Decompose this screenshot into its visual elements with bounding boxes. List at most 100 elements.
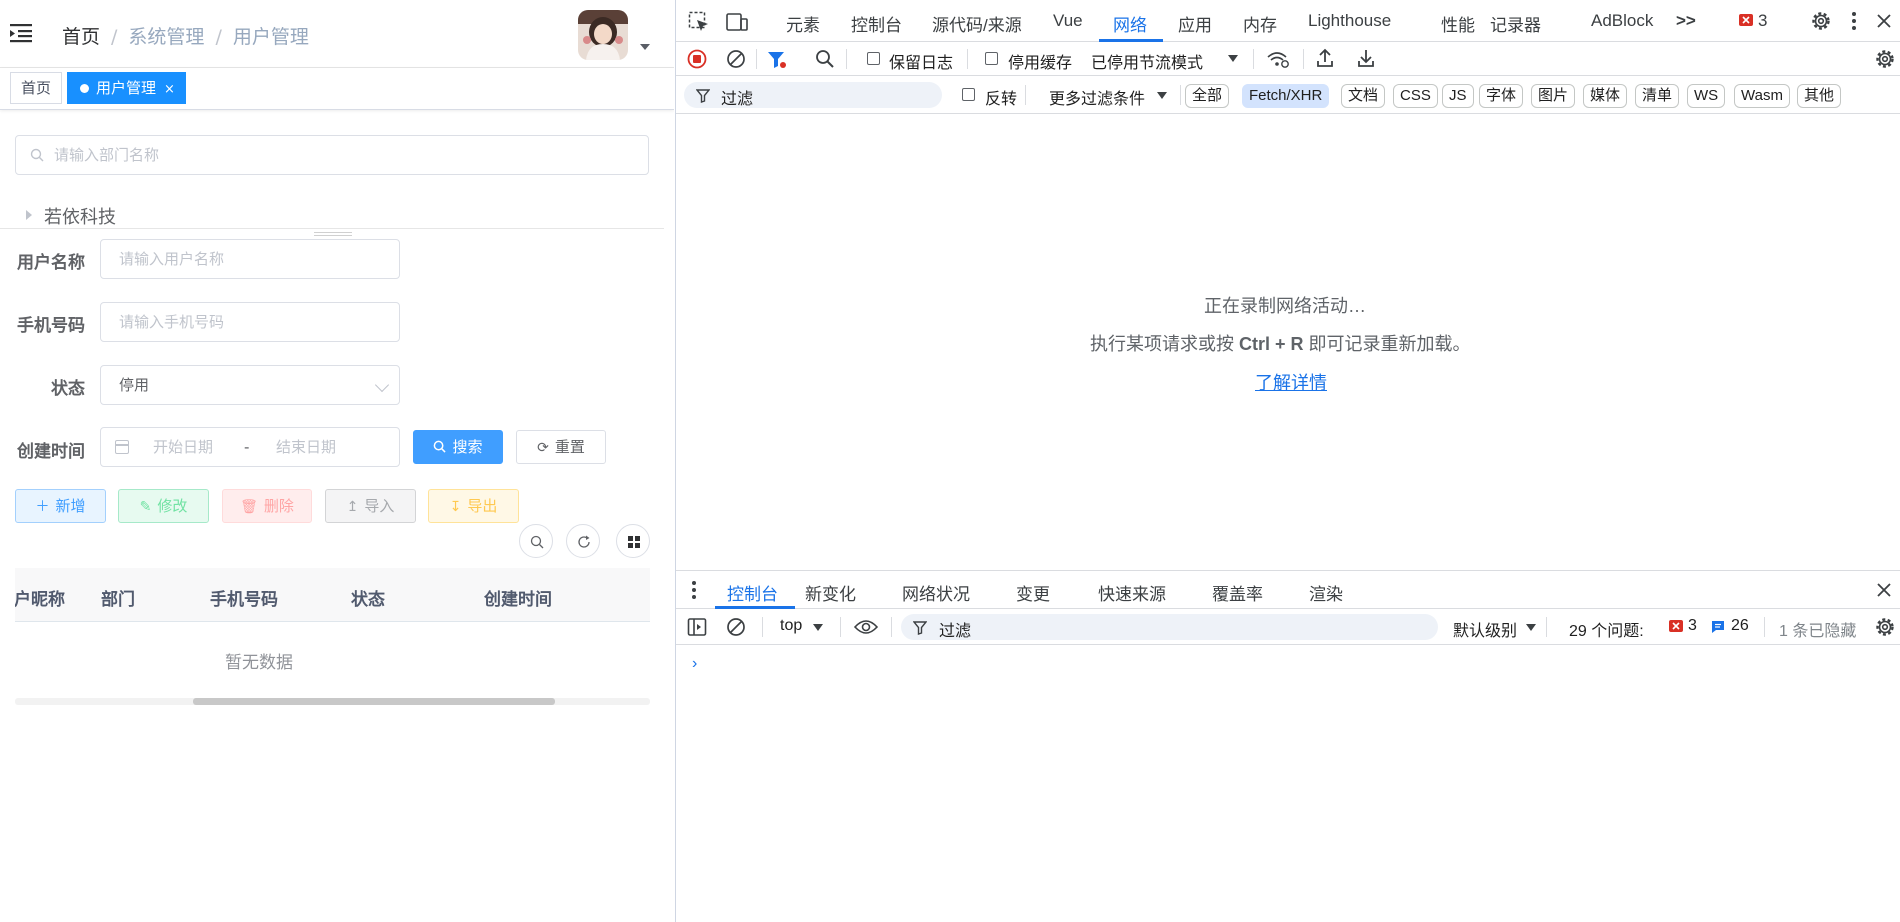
export-button[interactable]: ↧ 导出 xyxy=(428,489,519,523)
filter-chip-other[interactable]: 其他 xyxy=(1797,84,1842,108)
expand-arrow-icon[interactable] xyxy=(26,210,32,220)
issues-error-count[interactable]: 3 xyxy=(1688,617,1697,635)
status-select[interactable]: 停用 xyxy=(100,365,400,405)
reset-button[interactable]: ⟳ 重置 xyxy=(516,430,606,464)
delete-button[interactable]: 🗑 删除 xyxy=(222,489,312,523)
clear-console-icon[interactable] xyxy=(726,617,746,637)
error-count[interactable]: 3 xyxy=(1758,11,1767,31)
info-badge-icon[interactable] xyxy=(1711,620,1725,634)
username-input[interactable]: 请输入用户名称 xyxy=(100,239,400,279)
issues-info-count[interactable]: 26 xyxy=(1731,617,1749,635)
columns-button[interactable] xyxy=(616,524,650,558)
drawer-tab-coverage[interactable]: 覆盖率 xyxy=(1212,580,1263,605)
end-date-placeholder[interactable]: 结束日期 xyxy=(276,428,336,466)
preserve-log-checkbox[interactable] xyxy=(867,52,880,65)
dropdown-arrow-icon[interactable] xyxy=(1157,92,1167,100)
tab-performance[interactable]: 性能 xyxy=(1441,11,1475,36)
drawer-tab-changes[interactable]: 新变化 xyxy=(805,580,856,605)
table-scrollbar[interactable] xyxy=(15,698,650,705)
console-filter-input[interactable]: 过滤 xyxy=(901,614,1438,640)
device-toolbar-icon[interactable] xyxy=(726,11,748,33)
inspect-icon[interactable] xyxy=(688,11,710,33)
date-range-picker[interactable]: 开始日期 - 结束日期 xyxy=(100,427,400,467)
column-created[interactable]: 创建时间 xyxy=(484,585,552,610)
filter-chip-ws[interactable]: WS xyxy=(1687,84,1726,108)
error-badge-icon[interactable] xyxy=(1739,14,1753,28)
column-dept[interactable]: 部门 xyxy=(101,585,135,610)
avatar[interactable] xyxy=(578,10,628,60)
filter-chip-manifest[interactable]: 清单 xyxy=(1635,84,1680,108)
filter-icon[interactable] xyxy=(767,50,787,70)
start-date-placeholder[interactable]: 开始日期 xyxy=(153,428,213,466)
filter-chip-doc[interactable]: 文档 xyxy=(1341,84,1386,108)
tag-home[interactable]: 首页 xyxy=(10,72,63,104)
tab-adblock[interactable]: AdBlock xyxy=(1591,11,1653,31)
filter-chip-wasm[interactable]: Wasm xyxy=(1734,84,1790,108)
tag-close-icon[interactable]: × xyxy=(164,82,175,97)
error-badge-icon[interactable] xyxy=(1669,620,1683,634)
drawer-tab-network-conditions[interactable]: 网络状况 xyxy=(902,580,970,605)
filter-chip-font[interactable]: 字体 xyxy=(1479,84,1524,108)
search-button[interactable]: 搜索 xyxy=(413,430,503,464)
console-settings-icon[interactable] xyxy=(1874,616,1896,638)
dropdown-arrow-icon[interactable] xyxy=(1526,624,1536,632)
phone-input[interactable]: 请输入手机号码 xyxy=(100,302,400,342)
kebab-menu-icon[interactable] xyxy=(1851,11,1857,31)
disable-cache-checkbox[interactable] xyxy=(985,52,998,65)
learn-more-link[interactable]: 了解详情 xyxy=(1255,369,1327,395)
drawer-tab-changes-2[interactable]: 变更 xyxy=(1016,580,1050,605)
scrollbar-thumb[interactable] xyxy=(193,698,555,705)
throttle-select[interactable]: 已停用节流模式 xyxy=(1091,49,1203,73)
upload-icon[interactable] xyxy=(1316,48,1334,68)
invert-label[interactable]: 反转 xyxy=(985,85,1017,109)
split-handle[interactable] xyxy=(314,232,352,236)
eye-icon[interactable] xyxy=(854,619,878,635)
breadcrumb-home[interactable]: 首页 xyxy=(62,26,100,48)
dept-tree-node[interactable]: 若依科技 xyxy=(26,203,116,229)
network-filter-input[interactable]: 过滤 xyxy=(684,82,942,108)
tab-memory[interactable]: 内存 xyxy=(1243,11,1277,36)
network-settings-icon[interactable] xyxy=(1874,48,1896,70)
filter-chip-fetch-xhr[interactable]: Fetch/XHR xyxy=(1242,84,1330,108)
filter-chip-media[interactable]: 媒体 xyxy=(1583,84,1628,108)
toggle-search-button[interactable] xyxy=(519,524,553,558)
avatar-caret-icon[interactable] xyxy=(640,44,650,50)
invert-checkbox[interactable] xyxy=(962,88,975,101)
tab-application[interactable]: 应用 xyxy=(1178,11,1212,36)
tag-user-management[interactable]: 用户管理 × xyxy=(67,72,186,104)
filter-chip-js[interactable]: JS xyxy=(1442,84,1474,108)
column-phone[interactable]: 手机号码 xyxy=(210,585,278,610)
disable-cache-label[interactable]: 停用缓存 xyxy=(1008,49,1072,73)
drawer-menu-icon[interactable] xyxy=(691,580,697,600)
import-button[interactable]: ↥ 导入 xyxy=(325,489,416,523)
download-icon[interactable] xyxy=(1357,48,1375,68)
drawer-tab-console[interactable]: 控制台 xyxy=(727,580,778,605)
tab-lighthouse[interactable]: Lighthouse xyxy=(1308,11,1391,31)
dropdown-arrow-icon[interactable] xyxy=(1228,55,1238,63)
network-conditions-icon[interactable] xyxy=(1266,49,1290,69)
drawer-tab-rendering[interactable]: 渲染 xyxy=(1309,580,1343,605)
context-selector[interactable]: top xyxy=(780,617,802,635)
search-icon[interactable] xyxy=(815,49,835,69)
filter-chip-img[interactable]: 图片 xyxy=(1531,84,1576,108)
close-drawer-icon[interactable] xyxy=(1876,582,1892,598)
dropdown-arrow-icon[interactable] xyxy=(813,624,823,632)
tab-sources[interactable]: 源代码/来源 xyxy=(932,11,1022,36)
more-tabs-button[interactable]: >> xyxy=(1676,11,1696,31)
refresh-button[interactable] xyxy=(566,524,600,558)
filter-chip-css[interactable]: CSS xyxy=(1393,84,1438,108)
edit-button[interactable]: ✎ 修改 xyxy=(118,489,209,523)
clear-icon[interactable] xyxy=(726,49,746,69)
gear-icon[interactable] xyxy=(1810,10,1832,32)
record-stop-icon[interactable] xyxy=(687,49,707,69)
dept-search-input[interactable]: 请输入部门名称 xyxy=(15,135,649,175)
tab-elements[interactable]: 元素 xyxy=(786,11,820,36)
issues-label[interactable]: 29 个问题: xyxy=(1569,617,1644,641)
tab-vue[interactable]: Vue xyxy=(1053,11,1083,31)
add-button[interactable]: ＋ 新增 xyxy=(15,489,106,523)
tab-network[interactable]: 网络 xyxy=(1113,11,1147,36)
tab-console[interactable]: 控制台 xyxy=(851,11,902,36)
column-status[interactable]: 状态 xyxy=(351,585,385,610)
drawer-tab-quick-source[interactable]: 快速来源 xyxy=(1098,580,1166,605)
close-icon[interactable] xyxy=(1876,13,1892,29)
